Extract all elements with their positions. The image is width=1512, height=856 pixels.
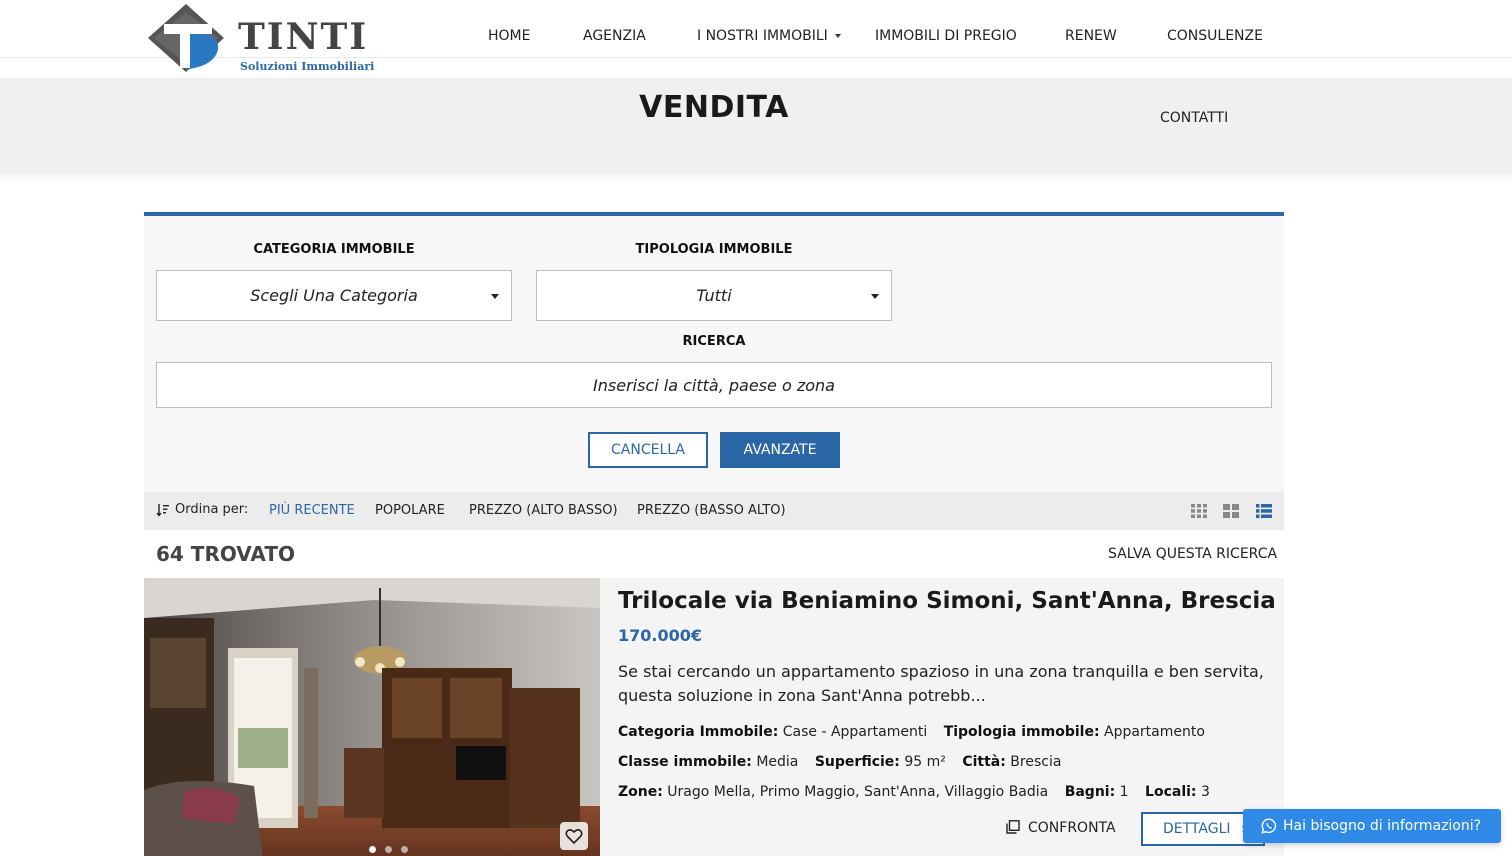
- main-nav: HOME AGENZIA I NOSTRI IMMOBILI IMMOBILI …: [0, 28, 1512, 48]
- listing-meta-row-1: Categoria Immobile: Case - Appartamenti …: [618, 724, 1205, 740]
- heart-icon: [565, 829, 583, 845]
- categoria-label: CATEGORIA IMMOBILE: [253, 242, 415, 257]
- meta-zone-key: Zone:: [618, 784, 663, 800]
- page: TINTI Soluzioni Immobiliari HOME AGENZIA…: [0, 0, 1512, 856]
- meta-classe-key: Classe immobile:: [618, 754, 752, 770]
- caret-down-icon: [491, 294, 499, 299]
- sort-most-recent[interactable]: PIÙ RECENTE: [269, 503, 355, 518]
- listing-meta-row-2: Classe immobile: Media Superficie: 95 m²…: [618, 754, 1061, 770]
- meta-citta-value: Brescia: [1010, 754, 1062, 770]
- meta-locali-key: Locali:: [1145, 784, 1197, 800]
- listing-photo-image: [144, 578, 600, 856]
- whatsapp-icon: [1261, 818, 1277, 834]
- categoria-select[interactable]: Scegli Una Categoria: [156, 270, 512, 321]
- meta-categoria-key: Categoria Immobile:: [618, 724, 779, 740]
- ricerca-input[interactable]: [156, 362, 1272, 408]
- grid-2-icon[interactable]: [1223, 504, 1239, 518]
- sort-price-low-high[interactable]: PREZZO (BASSO ALTO): [637, 503, 786, 518]
- nav-renew[interactable]: RENEW: [1065, 28, 1117, 44]
- compare-button[interactable]: CONFRONTA: [1006, 820, 1116, 836]
- sort-icon: [156, 504, 169, 517]
- photo-dot-2[interactable]: [385, 846, 392, 853]
- chat-label: Hai bisogno di informazioni?: [1283, 818, 1482, 834]
- nav-nostri-immobili-label: I NOSTRI IMMOBILI: [697, 28, 828, 44]
- save-search-button[interactable]: SALVA QUESTA RICERCA: [1108, 546, 1277, 562]
- categoria-select-value: Scegli Una Categoria: [250, 286, 418, 305]
- listing-price: 170.000€: [618, 626, 703, 645]
- tipologia-select-value: Tutti: [696, 286, 732, 305]
- listing-title[interactable]: Trilocale via Beniamino Simoni, Sant'Ann…: [618, 588, 1276, 614]
- meta-tipologia-key: Tipologia immobile:: [943, 724, 1100, 740]
- photo-dot-1[interactable]: [369, 846, 376, 853]
- chevron-down-icon: [834, 34, 841, 38]
- listing-meta-row-3: Zone: Urago Mella, Primo Maggio, Sant'An…: [618, 784, 1210, 800]
- listing-photo[interactable]: [144, 578, 600, 856]
- search-panel: CATEGORIA IMMOBILE Scegli Una Categoria …: [144, 212, 1284, 492]
- meta-locali-value: 3: [1200, 784, 1210, 800]
- listing-description: Se stai cercando un appartamento spazios…: [618, 662, 1264, 705]
- list-icon[interactable]: [1256, 504, 1272, 518]
- tipologia-label: TIPOLOGIA IMMOBILE: [635, 242, 793, 257]
- meta-citta-key: Città:: [962, 754, 1006, 770]
- meta-superficie-key: Superficie:: [814, 754, 900, 770]
- meta-bagni-value: 1: [1119, 784, 1129, 800]
- results-count: 64 TROVATO: [156, 542, 295, 566]
- nav-contatti[interactable]: CONTATTI: [1160, 110, 1228, 126]
- cancel-button[interactable]: CANCELLA: [588, 432, 708, 468]
- meta-tipologia-value: Appartamento: [1104, 724, 1205, 740]
- compare-label: CONFRONTA: [1028, 820, 1116, 836]
- details-label: DETTAGLI: [1163, 821, 1231, 837]
- caret-down-icon: [871, 294, 879, 299]
- whatsapp-chat-button[interactable]: Hai bisogno di informazioni?: [1243, 809, 1501, 843]
- meta-superficie-value: 95 m²: [904, 754, 946, 770]
- page-title-band: VENDITA CONTATTI: [0, 78, 1512, 174]
- nav-home[interactable]: HOME: [488, 28, 530, 44]
- site-header: TINTI Soluzioni Immobiliari HOME AGENZIA…: [0, 0, 1512, 73]
- meta-categoria-value: Case - Appartamenti: [782, 724, 928, 740]
- ricerca-label: RICERCA: [682, 334, 746, 349]
- sort-label: Ordina per:: [175, 502, 249, 517]
- meta-bagni-key: Bagni:: [1064, 784, 1116, 800]
- advanced-button[interactable]: AVANZATE: [720, 432, 840, 468]
- sort-bar: Ordina per: PIÙ RECENTE POPOLARE PREZZO …: [144, 492, 1284, 530]
- meta-classe-value: Media: [756, 754, 799, 770]
- photo-dot-3[interactable]: [401, 846, 408, 853]
- nav-agenzia[interactable]: AGENZIA: [583, 28, 646, 44]
- logo-tagline: Soluzioni Immobiliari: [240, 60, 375, 73]
- meta-zone-value: Urago Mella, Primo Maggio, Sant'Anna, Vi…: [667, 784, 1049, 800]
- copy-icon: [1006, 820, 1020, 834]
- listing-card: Trilocale via Beniamino Simoni, Sant'Ann…: [144, 578, 1284, 856]
- nav-nostri-immobili[interactable]: I NOSTRI IMMOBILI: [697, 28, 841, 44]
- grid-3-icon[interactable]: [1191, 504, 1207, 518]
- sort-price-high-low[interactable]: PREZZO (ALTO BASSO): [469, 503, 618, 518]
- sort-popular[interactable]: POPOLARE: [375, 503, 445, 518]
- tipologia-select[interactable]: Tutti: [536, 270, 892, 321]
- nav-consulenze[interactable]: CONSULENZE: [1167, 28, 1263, 44]
- nav-immobili-di-pregio[interactable]: IMMOBILI DI PREGIO: [875, 28, 1017, 44]
- favorite-button[interactable]: [560, 822, 588, 850]
